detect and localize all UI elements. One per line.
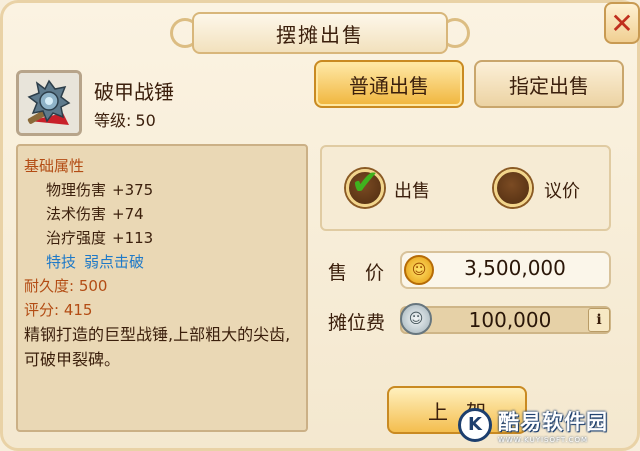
item-description: 精钢打造的巨型战锤,上部粗大的尖齿,可破甲裂碑。 bbox=[24, 325, 291, 369]
tab-normal-sale-label: 普通出售 bbox=[349, 73, 429, 98]
fee-value: 100,000 bbox=[468, 308, 552, 332]
gold-coin-icon: ☺ bbox=[404, 255, 434, 285]
item-level-label: 等级: bbox=[94, 111, 132, 130]
dialog-title-text: 摆摊出售 bbox=[276, 22, 364, 47]
bargain-radio[interactable] bbox=[494, 169, 532, 207]
stat-row: 治疗强度 +113 bbox=[24, 226, 300, 250]
spiked-war-hammer-icon bbox=[19, 73, 79, 133]
bargain-radio-label[interactable]: 议价 bbox=[544, 177, 580, 203]
tab-designated-sale-label: 指定出售 bbox=[509, 73, 589, 98]
fee-info-button[interactable]: i bbox=[588, 308, 610, 332]
dialog-title: 摆摊出售 bbox=[192, 12, 448, 54]
sale-mode-group: ✔ 出售 议价 bbox=[320, 145, 611, 231]
item-name: 破甲战锤 bbox=[94, 80, 174, 104]
stat-row: 法术伤害 +74 bbox=[24, 202, 300, 226]
watermark-sub: WWW.KUYISOFT.COM bbox=[498, 435, 589, 444]
tab-normal-sale[interactable]: 普通出售 bbox=[314, 60, 464, 108]
site-watermark: K 酷易软件园 WWW.KUYISOFT.COM bbox=[458, 398, 640, 451]
special-skill-row: 特技 弱点击破 bbox=[24, 250, 300, 274]
attributes-header: 基础属性 bbox=[24, 157, 85, 175]
stat-label: 法术伤害 bbox=[46, 205, 107, 223]
item-icon-slot[interactable] bbox=[16, 70, 82, 136]
info-icon: i bbox=[596, 312, 602, 328]
stat-label: 物理伤害 bbox=[46, 181, 107, 199]
item-level: 等级: 50 bbox=[94, 107, 156, 131]
stat-label: 治疗强度 bbox=[46, 229, 107, 247]
stat-row: 物理伤害 +375 bbox=[24, 178, 300, 202]
tab-designated-sale[interactable]: 指定出售 bbox=[474, 60, 624, 108]
check-icon: ✔ bbox=[351, 163, 380, 203]
fee-label: 摊位费 bbox=[328, 312, 386, 334]
durability: 耐久度: 500 bbox=[24, 277, 108, 295]
sell-radio[interactable]: ✔ bbox=[346, 163, 384, 207]
watermark-main: 酷易软件园 bbox=[498, 409, 608, 434]
close-button[interactable]: ✕ bbox=[604, 2, 640, 44]
stat-value: +113 bbox=[112, 229, 154, 247]
item-score: 评分: 415 bbox=[24, 301, 93, 319]
watermark-text: 酷易软件园 WWW.KUYISOFT.COM bbox=[498, 406, 608, 444]
silver-coin-icon: ☺ bbox=[400, 303, 432, 335]
item-level-value: 50 bbox=[135, 111, 156, 130]
price-value[interactable]: 3,500,000 bbox=[440, 256, 590, 280]
price-label: 售 价 bbox=[328, 262, 391, 284]
watermark-logo-icon: K bbox=[458, 407, 492, 442]
close-x-icon: ✕ bbox=[610, 6, 634, 40]
skill-label: 特技 bbox=[46, 253, 77, 271]
sell-radio-label[interactable]: 出售 bbox=[394, 177, 430, 203]
skill-value: 弱点击破 bbox=[84, 253, 145, 271]
stat-value: +375 bbox=[112, 181, 154, 199]
item-attributes-panel: 基础属性 物理伤害 +375 法术伤害 +74 治疗强度 +113 特技 弱点击破 耐久… bbox=[16, 144, 308, 432]
stat-value: +74 bbox=[112, 205, 144, 223]
